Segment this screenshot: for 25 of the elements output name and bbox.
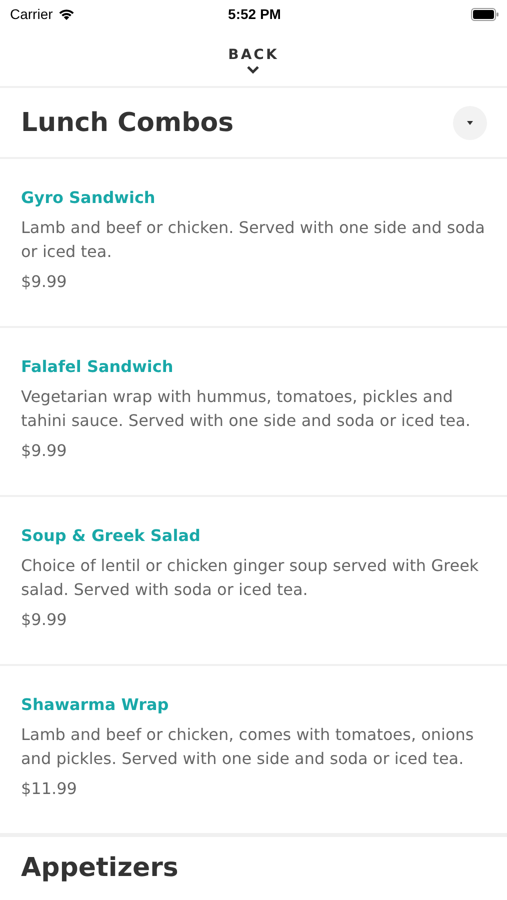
caret-down-icon: [465, 120, 475, 126]
carrier-label: Carrier: [10, 6, 53, 22]
back-button[interactable]: BACK: [222, 45, 285, 76]
menu-item-card[interactable]: Gyro Sandwich Lamb and beef or chicken. Served with one side and soda or iced tea. $9.99: [0, 159, 507, 328]
item-price: $9.99: [21, 441, 68, 460]
menu-item-card[interactable]: Falafel Sandwich Vegetarian wrap with hummus, tomatoes, pickles and tahini sauce. Served with one side and soda or iced tea. $9.99: [0, 328, 507, 497]
item-price: $9.99: [21, 610, 68, 629]
section-title: Lunch Combos: [21, 108, 234, 138]
item-description: Lamb and beef or chicken, comes with tomatoes, onions and pickles. Served with one side and soda or iced tea.: [21, 724, 475, 770]
item-name: Soup & Greek Salad: [21, 526, 202, 545]
item-description: Lamb and beef or chicken. Served with one side and soda or iced tea.: [21, 217, 486, 263]
clock-time: 5:52 PM: [228, 6, 281, 22]
wifi-icon: [58, 8, 75, 20]
item-price: $9.99: [21, 272, 68, 291]
item-name: Gyro Sandwich: [21, 188, 156, 207]
item-name: Falafel Sandwich: [21, 357, 174, 376]
item-name: Shawarma Wrap: [21, 695, 170, 714]
collapse-button[interactable]: [453, 106, 487, 140]
chevron-down-icon: [246, 65, 260, 74]
item-description: Vegetarian wrap with hummus, tomatoes, pickles and tahini sauce. Served with one side and soda or iced tea.: [21, 386, 472, 432]
battery-icon: [470, 8, 499, 20]
section-title: Appetizers: [21, 853, 178, 883]
item-description: Choice of lentil or chicken ginger soup served with Greek salad. Served with soda or iced tea.: [21, 555, 480, 601]
item-price: $11.99: [21, 779, 78, 798]
menu-item-card[interactable]: Soup & Greek Salad Choice of lentil or chicken ginger soup served with Greek salad. Served with soda or iced tea. $9.99: [0, 497, 507, 666]
